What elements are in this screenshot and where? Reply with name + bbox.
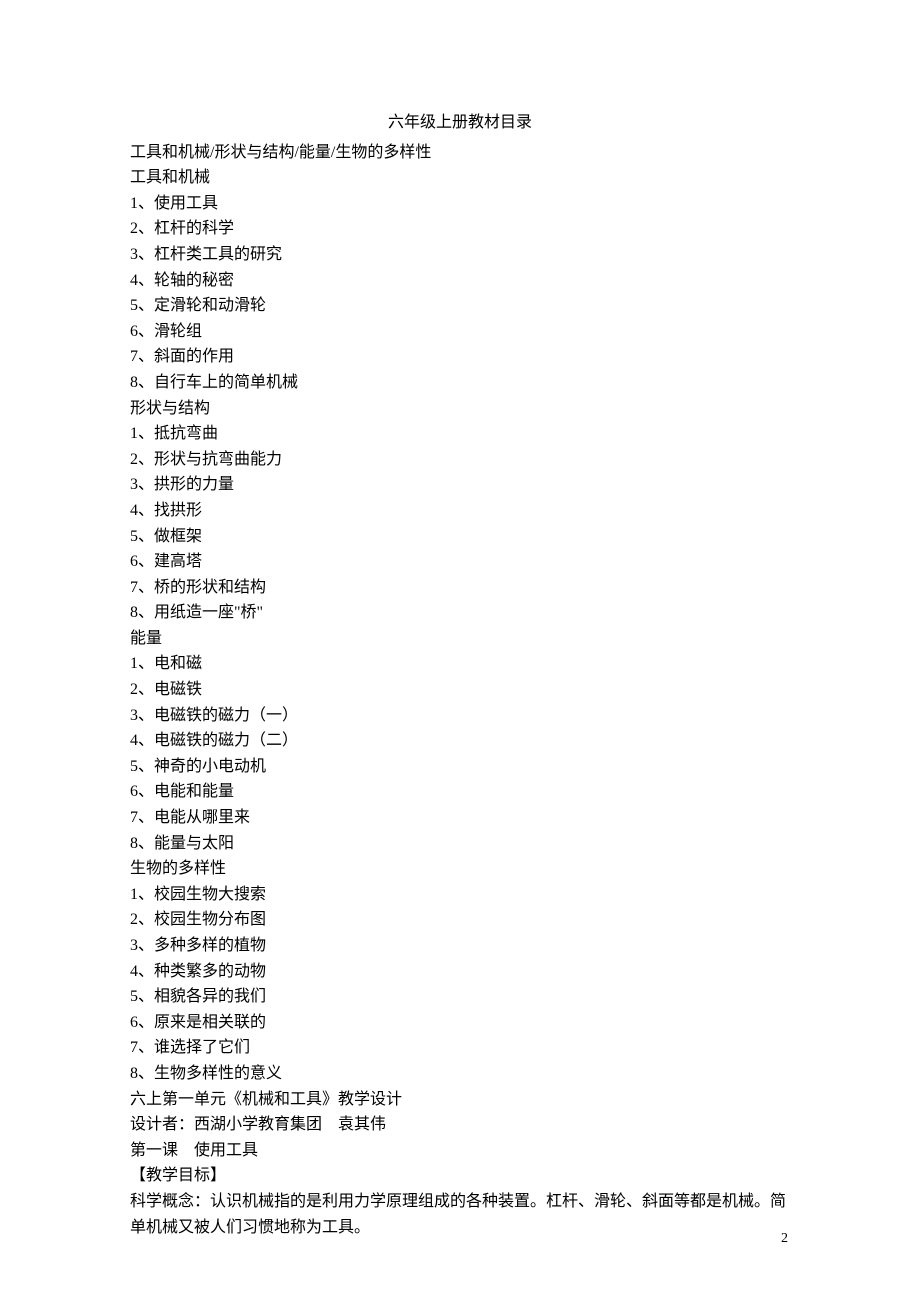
toc-item: 2、电磁铁: [130, 677, 790, 703]
lesson-title: 第一课 使用工具: [130, 1138, 790, 1164]
toc-item: 5、定滑轮和动滑轮: [130, 293, 790, 319]
toc-item: 3、多种多样的植物: [130, 933, 790, 959]
designer-line: 设计者：西湖小学教育集团 袁其伟: [130, 1112, 790, 1138]
toc-item: 4、轮轴的秘密: [130, 268, 790, 294]
toc-item: 7、斜面的作用: [130, 344, 790, 370]
toc-item: 5、做框架: [130, 524, 790, 550]
section-heading: 生物的多样性: [130, 856, 790, 882]
toc-item: 1、使用工具: [130, 191, 790, 217]
toc-item: 7、谁选择了它们: [130, 1035, 790, 1061]
toc-item: 6、滑轮组: [130, 319, 790, 345]
toc-item: 2、杠杆的科学: [130, 216, 790, 242]
objective-label: 【教学目标】: [130, 1163, 790, 1189]
toc-item: 8、生物多样性的意义: [130, 1061, 790, 1087]
toc-item: 7、桥的形状和结构: [130, 575, 790, 601]
toc-item: 1、抵抗弯曲: [130, 421, 790, 447]
toc-item: 1、校园生物大搜索: [130, 882, 790, 908]
toc-item: 5、神奇的小电动机: [130, 754, 790, 780]
toc-item: 5、相貌各异的我们: [130, 984, 790, 1010]
toc-item: 7、电能从哪里来: [130, 805, 790, 831]
toc-item: 3、杠杆类工具的研究: [130, 242, 790, 268]
toc-item: 3、拱形的力量: [130, 472, 790, 498]
toc-item: 2、形状与抗弯曲能力: [130, 447, 790, 473]
toc-item: 6、电能和能量: [130, 779, 790, 805]
overview-line: 工具和机械/形状与结构/能量/生物的多样性: [130, 140, 790, 166]
section-heading: 工具和机械: [130, 165, 790, 191]
document-title: 六年级上册教材目录: [130, 110, 790, 136]
toc-item: 8、自行车上的简单机械: [130, 370, 790, 396]
toc-item: 8、能量与太阳: [130, 831, 790, 857]
toc-item: 8、用纸造一座"桥": [130, 600, 790, 626]
toc-item: 3、电磁铁的磁力（一）: [130, 703, 790, 729]
section-heading: 形状与结构: [130, 396, 790, 422]
toc-item: 6、建高塔: [130, 549, 790, 575]
toc-item: 2、校园生物分布图: [130, 907, 790, 933]
objective-text: 科学概念：认识机械指的是利用力学原理组成的各种装置。杠杆、滑轮、斜面等都是机械。…: [130, 1189, 790, 1240]
page-number: 2: [781, 1228, 788, 1250]
toc-item: 4、找拱形: [130, 498, 790, 524]
toc-item: 1、电和磁: [130, 651, 790, 677]
toc-item: 4、电磁铁的磁力（二）: [130, 728, 790, 754]
toc-item: 4、种类繁多的动物: [130, 959, 790, 985]
toc-item: 6、原来是相关联的: [130, 1010, 790, 1036]
unit-title: 六上第一单元《机械和工具》教学设计: [130, 1087, 790, 1113]
section-heading: 能量: [130, 626, 790, 652]
